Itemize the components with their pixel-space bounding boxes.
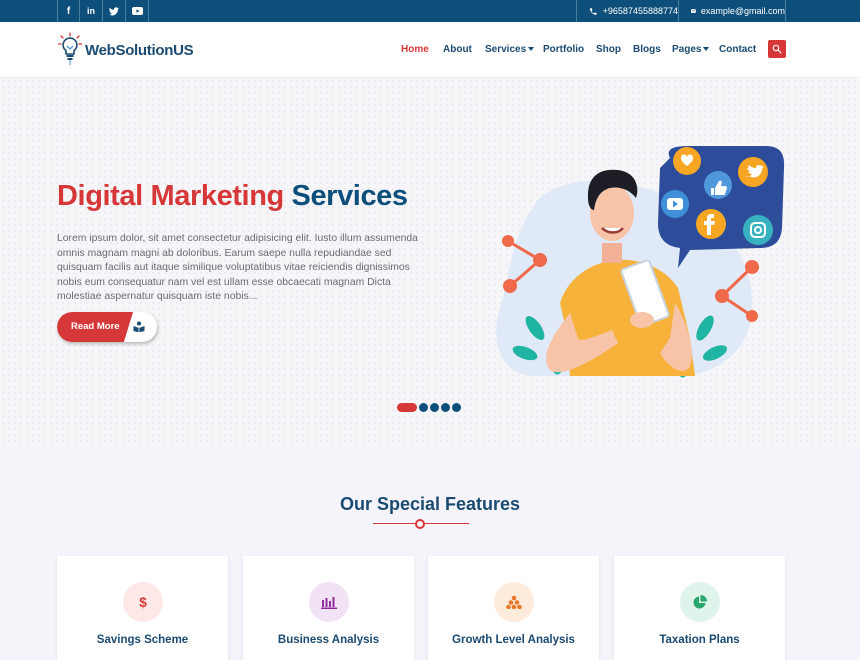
hero-description: Lorem ipsum dolor, sit amet consectetur … (57, 233, 418, 303)
nav-blogs[interactable]: Blogs (633, 44, 661, 55)
marketing-illustration (496, 146, 785, 378)
phone-contact[interactable]: +96587455888774 (576, 0, 678, 22)
facebook-glyph: f (66, 5, 71, 17)
nav-contact[interactable]: Contact (719, 44, 756, 55)
linkedin-icon[interactable]: in (80, 0, 103, 22)
feature-label: Business Analysis (277, 634, 380, 646)
chevron-down-icon (703, 47, 710, 52)
site-header: WebSolutionUS Home About Services Portfo… (0, 22, 860, 78)
nav-home[interactable]: Home (401, 44, 429, 55)
search-icon (772, 44, 782, 54)
youtube-icon[interactable] (126, 0, 149, 22)
nav-portfolio[interactable]: Portfolio (543, 44, 584, 55)
pie-chart-icon (693, 595, 707, 609)
logo-text: WebSolutionUS (85, 41, 194, 59)
lightbulb-icon (58, 32, 82, 65)
twitter-icon[interactable] (103, 0, 126, 22)
feature-icon-wrap (494, 582, 534, 622)
svg-text:$: $ (139, 595, 147, 610)
nav-pages-label: Pages (672, 44, 702, 55)
dollar-icon: $ (139, 595, 147, 610)
top-bar: f in +96587455888774 example@gmail.com (0, 0, 860, 22)
hero-section: Digital Marketing Services Lorem ipsum d… (0, 78, 860, 444)
nav-shop[interactable]: Shop (596, 44, 621, 55)
feature-card-taxation[interactable]: Taxation Plans (614, 556, 785, 660)
bar-chart-icon (321, 597, 337, 609)
features-title: Our Special Features (339, 494, 521, 514)
hero-title: Digital Marketing Services (57, 180, 408, 213)
phone-icon (590, 7, 597, 15)
divider-circle (415, 519, 425, 529)
hero-title-part1: Digital Marketing (57, 180, 284, 212)
pyramid-icon (506, 595, 522, 609)
logo[interactable]: WebSolutionUS (58, 32, 194, 66)
slider-dot[interactable] (452, 403, 461, 412)
feature-card-savings[interactable]: $ Savings Scheme (57, 556, 228, 660)
search-button[interactable] (768, 40, 786, 58)
features-section: Our Special Features $ Savings Scheme Bu… (0, 444, 860, 660)
linkedin-glyph: in (87, 6, 95, 16)
feature-icon-wrap (680, 582, 720, 622)
feature-label: Savings Scheme (96, 634, 189, 646)
slider-dot[interactable] (430, 403, 439, 412)
feature-label: Taxation Plans (659, 634, 740, 646)
nav-services[interactable]: Services (485, 44, 535, 55)
read-more-button[interactable]: Read More (57, 312, 157, 342)
slider-dot[interactable] (397, 403, 417, 412)
feature-icon-wrap: $ (123, 582, 163, 622)
email-address: example@gmail.com (700, 6, 785, 16)
envelope-icon (691, 9, 696, 13)
feature-card-growth[interactable]: Growth Level Analysis (428, 556, 599, 660)
book-reader-icon (133, 321, 145, 332)
hero-title-part2: Services (291, 180, 409, 212)
phone-number: +96587455888774 (602, 6, 678, 16)
title-divider (373, 519, 469, 529)
read-more-label: Read More (71, 321, 120, 332)
slider-dot[interactable] (441, 403, 450, 412)
chevron-down-icon (528, 47, 535, 52)
slider-dot[interactable] (419, 403, 428, 412)
slider-dots (397, 403, 463, 412)
nav-pages[interactable]: Pages (672, 44, 710, 55)
feature-card-business[interactable]: Business Analysis (243, 556, 414, 660)
feature-label: Growth Level Analysis (452, 634, 575, 646)
email-contact[interactable]: example@gmail.com (678, 0, 786, 22)
feature-icon-wrap (309, 582, 349, 622)
facebook-icon[interactable]: f (57, 0, 80, 22)
nav-about[interactable]: About (443, 44, 472, 55)
nav-services-label: Services (485, 44, 527, 55)
